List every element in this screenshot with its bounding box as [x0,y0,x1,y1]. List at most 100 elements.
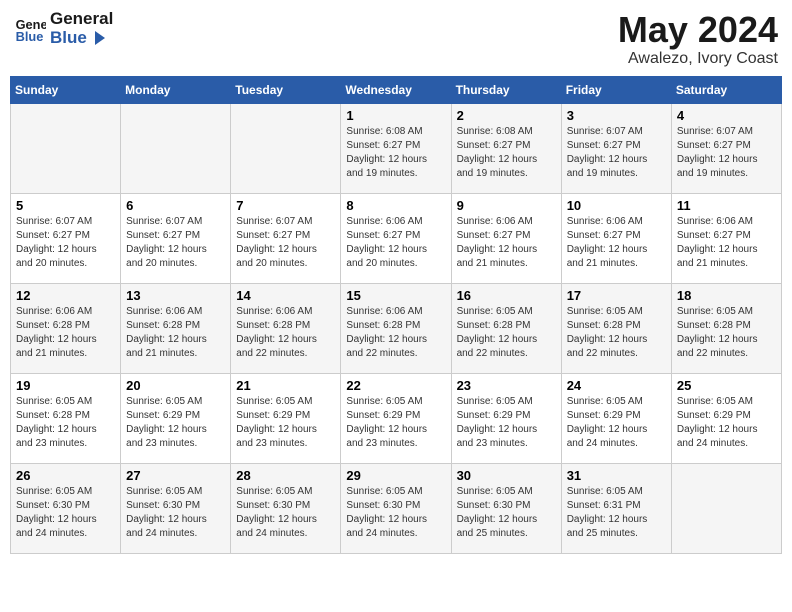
day-number: 20 [126,378,225,393]
day-number: 19 [16,378,115,393]
day-info: Sunrise: 6:06 AMSunset: 6:27 PMDaylight:… [677,215,776,271]
week-row-5: 26 Sunrise: 6:05 AMSunset: 6:30 PMDayligh… [11,463,782,553]
day-info: Sunrise: 6:05 AMSunset: 6:29 PMDaylight:… [346,395,445,451]
day-number: 28 [236,468,335,483]
day-cell: 19 Sunrise: 6:05 AMSunset: 6:28 PMDayligh… [11,373,121,463]
day-info: Sunrise: 6:08 AMSunset: 6:27 PMDaylight:… [346,125,445,181]
day-number: 8 [346,198,445,213]
day-cell: 5 Sunrise: 6:07 AMSunset: 6:27 PMDaylight… [11,193,121,283]
day-info: Sunrise: 6:05 AMSunset: 6:30 PMDaylight:… [236,485,335,541]
day-cell [231,103,341,193]
day-cell: 26 Sunrise: 6:05 AMSunset: 6:30 PMDayligh… [11,463,121,553]
week-row-3: 12 Sunrise: 6:06 AMSunset: 6:28 PMDayligh… [11,283,782,373]
weekday-header-monday: Monday [121,76,231,103]
day-number: 17 [567,288,666,303]
day-cell: 24 Sunrise: 6:05 AMSunset: 6:29 PMDayligh… [561,373,671,463]
day-info: Sunrise: 6:06 AMSunset: 6:28 PMDaylight:… [126,305,225,361]
day-number: 30 [457,468,556,483]
day-number: 4 [677,108,776,123]
day-cell: 1 Sunrise: 6:08 AMSunset: 6:27 PMDaylight… [341,103,451,193]
day-number: 18 [677,288,776,303]
day-cell: 27 Sunrise: 6:05 AMSunset: 6:30 PMDayligh… [121,463,231,553]
day-cell: 31Sunrise: 6:05 AMSunset: 6:31 PMDayligh… [561,463,671,553]
day-info: Sunrise: 6:05 AMSunset: 6:29 PMDaylight:… [236,395,335,451]
day-info: Sunrise: 6:05 AMSunset: 6:29 PMDaylight:… [457,395,556,451]
month-title: May 2024 [618,10,778,50]
day-info: Sunrise: 6:05 AMSunset: 6:30 PMDaylight:… [126,485,225,541]
day-info: Sunrise: 6:06 AMSunset: 6:27 PMDaylight:… [567,215,666,271]
day-info: Sunrise: 6:05 AMSunset: 6:31 PMDaylight:… [567,485,666,541]
logo: General Blue General Blue [14,10,113,47]
day-number: 14 [236,288,335,303]
day-info: Sunrise: 6:07 AMSunset: 6:27 PMDaylight:… [567,125,666,181]
day-cell: 2Sunrise: 6:08 AMSunset: 6:27 PMDaylight… [451,103,561,193]
day-number: 29 [346,468,445,483]
day-number: 1 [346,108,445,123]
title-block: May 2024 Awalezo, Ivory Coast [618,10,778,68]
day-cell: 3Sunrise: 6:07 AMSunset: 6:27 PMDaylight… [561,103,671,193]
day-number: 9 [457,198,556,213]
day-number: 2 [457,108,556,123]
day-number: 15 [346,288,445,303]
location: Awalezo, Ivory Coast [618,50,778,68]
logo-blue: Blue [50,29,113,48]
day-info: Sunrise: 6:05 AMSunset: 6:28 PMDaylight:… [457,305,556,361]
day-cell [121,103,231,193]
day-number: 7 [236,198,335,213]
day-cell: 21 Sunrise: 6:05 AMSunset: 6:29 PMDayligh… [231,373,341,463]
logo-arrow-icon [89,29,107,47]
day-number: 21 [236,378,335,393]
week-row-1: 1 Sunrise: 6:08 AMSunset: 6:27 PMDaylight… [11,103,782,193]
day-number: 10 [567,198,666,213]
day-cell: 13 Sunrise: 6:06 AMSunset: 6:28 PMDayligh… [121,283,231,373]
day-cell: 7 Sunrise: 6:07 AMSunset: 6:27 PMDaylight… [231,193,341,283]
day-info: Sunrise: 6:05 AMSunset: 6:29 PMDaylight:… [567,395,666,451]
weekday-header-thursday: Thursday [451,76,561,103]
day-cell: 25Sunrise: 6:05 AMSunset: 6:29 PMDayligh… [671,373,781,463]
day-info: Sunrise: 6:06 AMSunset: 6:28 PMDaylight:… [346,305,445,361]
day-number: 24 [567,378,666,393]
day-info: Sunrise: 6:07 AMSunset: 6:27 PMDaylight:… [236,215,335,271]
day-info: Sunrise: 6:06 AMSunset: 6:27 PMDaylight:… [457,215,556,271]
weekday-header-saturday: Saturday [671,76,781,103]
page-header: General Blue General Blue May 2024 Awale… [10,10,782,68]
day-number: 13 [126,288,225,303]
day-cell: 23Sunrise: 6:05 AMSunset: 6:29 PMDayligh… [451,373,561,463]
day-cell: 4Sunrise: 6:07 AMSunset: 6:27 PMDaylight… [671,103,781,193]
day-cell: 14Sunrise: 6:06 AMSunset: 6:28 PMDayligh… [231,283,341,373]
day-cell [11,103,121,193]
day-cell: 6Sunrise: 6:07 AMSunset: 6:27 PMDaylight… [121,193,231,283]
day-cell: 15 Sunrise: 6:06 AMSunset: 6:28 PMDayligh… [341,283,451,373]
day-number: 27 [126,468,225,483]
day-cell: 28 Sunrise: 6:05 AMSunset: 6:30 PMDayligh… [231,463,341,553]
weekday-header-sunday: Sunday [11,76,121,103]
logo-icon: General Blue [14,13,46,45]
day-info: Sunrise: 6:05 AMSunset: 6:30 PMDaylight:… [16,485,115,541]
day-cell: 17 Sunrise: 6:05 AMSunset: 6:28 PMDayligh… [561,283,671,373]
day-number: 11 [677,198,776,213]
day-info: Sunrise: 6:05 AMSunset: 6:30 PMDaylight:… [457,485,556,541]
day-number: 5 [16,198,115,213]
day-cell: 30 Sunrise: 6:05 AMSunset: 6:30 PMDayligh… [451,463,561,553]
day-info: Sunrise: 6:05 AMSunset: 6:28 PMDaylight:… [677,305,776,361]
day-cell: 8 Sunrise: 6:06 AMSunset: 6:27 PMDaylight… [341,193,451,283]
day-number: 16 [457,288,556,303]
day-cell: 20Sunrise: 6:05 AMSunset: 6:29 PMDayligh… [121,373,231,463]
day-cell [671,463,781,553]
weekday-header-wednesday: Wednesday [341,76,451,103]
day-cell: 12Sunrise: 6:06 AMSunset: 6:28 PMDayligh… [11,283,121,373]
day-info: Sunrise: 6:05 AMSunset: 6:28 PMDaylight:… [567,305,666,361]
day-cell: 29 Sunrise: 6:05 AMSunset: 6:30 PMDayligh… [341,463,451,553]
day-info: Sunrise: 6:06 AMSunset: 6:27 PMDaylight:… [346,215,445,271]
day-info: Sunrise: 6:07 AMSunset: 6:27 PMDaylight:… [16,215,115,271]
day-number: 26 [16,468,115,483]
day-cell: 10 Sunrise: 6:06 AMSunset: 6:27 PMDayligh… [561,193,671,283]
day-cell: 16 Sunrise: 6:05 AMSunset: 6:28 PMDayligh… [451,283,561,373]
day-number: 25 [677,378,776,393]
day-cell: 22 Sunrise: 6:05 AMSunset: 6:29 PMDayligh… [341,373,451,463]
day-number: 22 [346,378,445,393]
day-info: Sunrise: 6:05 AMSunset: 6:28 PMDaylight:… [16,395,115,451]
day-number: 12 [16,288,115,303]
day-info: Sunrise: 6:05 AMSunset: 6:30 PMDaylight:… [346,485,445,541]
day-info: Sunrise: 6:07 AMSunset: 6:27 PMDaylight:… [126,215,225,271]
